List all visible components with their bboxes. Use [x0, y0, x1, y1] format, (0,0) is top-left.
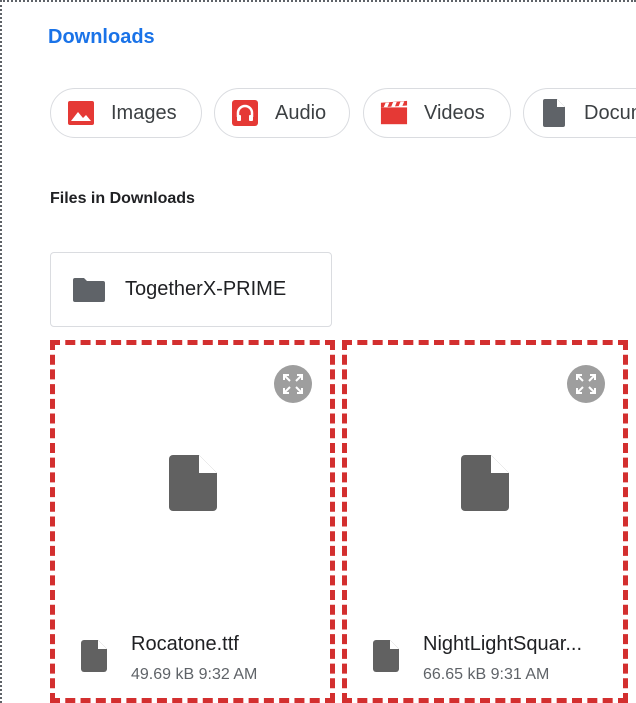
document-icon [540, 99, 568, 127]
file-thumbnail-icon [168, 455, 217, 511]
chip-videos[interactable]: Videos [363, 88, 511, 138]
file-meta: 49.69 kB 9:32 AM [131, 666, 257, 684]
headphones-icon [231, 99, 259, 127]
folder-icon [73, 277, 105, 303]
file-card-nightlight[interactable]: NightLightSquar... 66.65 kB 9:31 AM [342, 340, 628, 703]
chip-label: Documents [584, 101, 636, 124]
file-type-icon [373, 640, 399, 672]
file-time: 9:31 AM [490, 666, 550, 683]
expand-icon[interactable] [274, 365, 312, 403]
file-size: 49.69 kB [131, 666, 195, 683]
file-type-chips: Images Audio Videos Docu [50, 88, 636, 138]
file-thumbnail-icon [461, 455, 509, 511]
chip-documents[interactable]: Documents [523, 88, 636, 138]
file-size: 66.65 kB [423, 666, 487, 683]
section-title: Files in Downloads [50, 190, 195, 207]
file-meta: 66.65 kB 9:31 AM [423, 666, 549, 684]
chip-audio[interactable]: Audio [214, 88, 350, 138]
clapperboard-icon [380, 99, 408, 127]
file-name: NightLightSquar... [423, 633, 582, 655]
folder-name: TogetherX-PRIME [125, 278, 287, 300]
folder-item[interactable]: TogetherX-PRIME [50, 252, 332, 327]
file-time: 9:32 AM [198, 666, 258, 683]
chip-images[interactable]: Images [50, 88, 202, 138]
image-icon [67, 99, 95, 127]
file-name: Rocatone.ttf [131, 633, 239, 655]
file-card-rocatone[interactable]: Rocatone.ttf 49.69 kB 9:32 AM [50, 340, 335, 703]
expand-icon[interactable] [567, 365, 605, 403]
file-type-icon [81, 640, 107, 672]
breadcrumb-downloads[interactable]: Downloads [48, 26, 155, 49]
chip-label: Videos [424, 101, 485, 124]
chip-label: Images [111, 101, 177, 124]
chip-label: Audio [275, 101, 327, 124]
